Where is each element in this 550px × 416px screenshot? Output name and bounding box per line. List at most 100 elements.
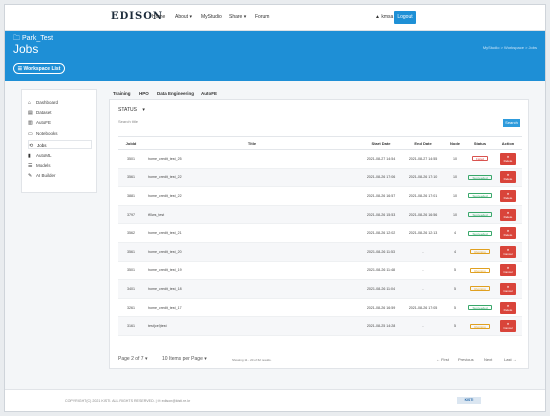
table-row: 3561 home_credit_test_20 2021-08-26 11:53-… (118, 242, 522, 262)
status-badge: Running (470, 249, 490, 255)
col-jobid[interactable]: JobId (118, 136, 144, 150)
tab-autofe[interactable]: AutoFE (201, 91, 217, 96)
job-start-date: 2021-08-26 16:57 (360, 186, 402, 206)
items-per-page-select[interactable]: 10 Items per Page ▾ (162, 356, 207, 362)
search-button[interactable]: Search (503, 119, 520, 127)
job-end-date: - (402, 242, 444, 262)
delete-job-button[interactable]: × Delete (500, 208, 516, 221)
job-title[interactable]: test(cel)test (144, 316, 360, 336)
table-row: 3161 test(cel)test 2021-08-25 14:28-5 Runni… (118, 316, 522, 336)
col-end-date[interactable]: End Date (402, 136, 444, 150)
job-node: 10 (444, 168, 466, 188)
sidebar-item-jobs[interactable]: ⟲ Jobs (28, 140, 92, 149)
delete-job-button[interactable]: × Delete (500, 301, 516, 314)
job-action-cell: × Delete (494, 149, 522, 169)
job-title[interactable]: home_credit_test_19 (144, 261, 360, 281)
job-id: 3797 (118, 205, 144, 225)
previous-page-button[interactable]: Previous (458, 357, 474, 362)
job-id: 3161 (118, 316, 144, 336)
sidebar-item-models[interactable]: ☰ Models (28, 161, 92, 170)
sidebar-item-automl[interactable]: ▮ AutoML (28, 151, 92, 160)
status-filter-label: STATUS (118, 107, 137, 113)
job-title[interactable]: tf0ws_test (144, 205, 360, 225)
job-title[interactable]: home_credit_test_17 (144, 298, 360, 318)
job-title[interactable]: home_credit_test_22 (144, 186, 360, 206)
tab-hpo[interactable]: HPO (139, 91, 149, 96)
first-page-button[interactable]: ← First (436, 357, 449, 362)
sidebar-item-autofe[interactable]: ▥ AutoFE (28, 118, 92, 127)
delete-job-button[interactable]: × Delete (500, 152, 516, 165)
search-input[interactable]: Search title (118, 119, 298, 127)
job-title[interactable]: home_credit_test_18 (144, 279, 360, 299)
job-title[interactable]: home_credit_test_21 (144, 223, 360, 243)
job-end-date: 2021-08-26 17:05 (402, 298, 444, 318)
table-row: 3561 home_credit_test_22 2021-08-26 17:06 2… (118, 168, 522, 188)
nav-share[interactable]: Share ▾ (229, 14, 246, 20)
job-action-cell: × Delete (494, 186, 522, 206)
job-start-date: 2021-08-26 17:06 (360, 168, 402, 188)
sidebar-item-label: AutoML (36, 153, 52, 158)
cancel-job-button[interactable]: × Cancel (500, 320, 516, 333)
delete-job-button[interactable]: × Delete (500, 189, 516, 202)
job-status-cell: Succeeded (466, 223, 494, 243)
user-name[interactable]: ▲ kmsa (375, 14, 393, 20)
logout-button[interactable]: Logout (394, 11, 416, 24)
sidebar-item-ai-builder[interactable]: ✎ AI Builder (28, 171, 92, 180)
breadcrumb: MyStudio > Workspace > Jobs (482, 45, 537, 50)
job-start-date: 2021-08-26 12:02 (360, 223, 402, 243)
job-action-cell: × Delete (494, 223, 522, 243)
delete-job-button[interactable]: × Delete (500, 227, 516, 240)
page-select[interactable]: Page 2 of 7 ▾ (118, 356, 147, 362)
wrench-icon: ✎ (28, 173, 33, 179)
col-action[interactable]: Action (494, 136, 522, 150)
job-status-cell: Succeeded (466, 298, 494, 318)
tab-training[interactable]: Training (113, 91, 131, 96)
col-node[interactable]: Node (444, 136, 466, 150)
cancel-job-button[interactable]: × Cancel (500, 245, 516, 258)
pagination: Page 2 of 7 ▾ 10 Items per Page ▾ Showin… (118, 356, 522, 366)
job-status-cell: Succeeded (466, 168, 494, 188)
sidebar-item-dashboard[interactable]: ⌂ Dashboard (28, 98, 92, 107)
sidebar-item-label: Notebooks (36, 131, 58, 136)
job-action-cell: × Cancel (494, 242, 522, 262)
nav-home[interactable]: Home (152, 14, 165, 20)
job-status-cell: Running (466, 242, 494, 262)
workspace-list-button[interactable]: ☰ Workspace List (13, 63, 65, 74)
sidebar-item-label: AI Builder (36, 173, 56, 178)
action-label: Cancel (503, 251, 513, 256)
job-node: 5 (444, 279, 466, 299)
col-start-date[interactable]: Start Date (360, 136, 402, 150)
job-start-date: 2021-08-26 15:53 (360, 205, 402, 225)
jobs-table: JobId Title Start Date End Date Node Sta… (118, 136, 522, 336)
col-title[interactable]: Title (144, 136, 360, 150)
cancel-job-button[interactable]: × Cancel (500, 282, 516, 295)
cancel-job-button[interactable]: × Cancel (500, 264, 516, 277)
sidebar-item-dataset[interactable]: ▤ Dataset (28, 108, 92, 117)
job-title[interactable]: home_credit_test_25 (144, 149, 360, 169)
tab-data-engineering[interactable]: Data Engineering (157, 91, 194, 96)
sidebar-item-label: Models (36, 163, 51, 168)
job-status-cell: Running (466, 279, 494, 299)
status-badge: Running (470, 323, 490, 329)
refresh-icon: ⟲ (29, 143, 34, 149)
nav-mystudio[interactable]: MyStudio (201, 14, 222, 20)
job-id: 3501 (118, 261, 144, 281)
sidebar-item-label: Dashboard (36, 100, 59, 105)
nav-forum[interactable]: Forum (255, 14, 269, 20)
job-title[interactable]: home_credit_test_20 (144, 242, 360, 262)
job-node: 5 (444, 316, 466, 336)
delete-job-button[interactable]: × Delete (500, 171, 516, 184)
job-title[interactable]: home_credit_test_22 (144, 168, 360, 188)
sidebar-item-notebooks[interactable]: ▭ Notebooks (28, 129, 92, 138)
last-page-button[interactable]: Last → (504, 357, 517, 362)
job-node: 5 (444, 261, 466, 281)
nav-about[interactable]: About ▾ (175, 14, 192, 20)
col-status[interactable]: Status (466, 136, 494, 150)
job-end-date: 2021-08-26 12:13 (402, 223, 444, 243)
status-filter[interactable]: STATUS ▾ (118, 107, 145, 113)
home-icon: ⌂ (28, 100, 32, 106)
status-badge: Failed (471, 156, 489, 162)
job-type-tabs: Training HPO Data Engineering AutoFE (109, 89, 529, 99)
action-label: Cancel (503, 270, 513, 275)
next-page-button[interactable]: Next (484, 357, 492, 362)
